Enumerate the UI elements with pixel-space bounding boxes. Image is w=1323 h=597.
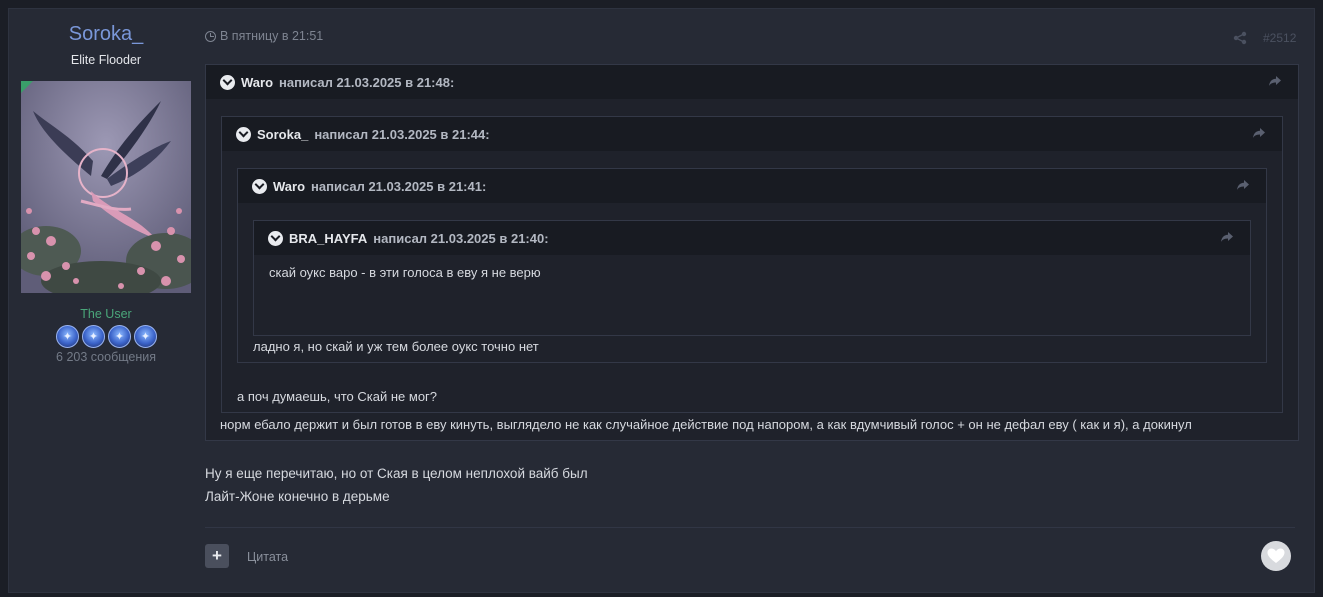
heart-icon [1267,548,1285,563]
quote-header: Waro написал 21.03.2025 в 21:41: [238,169,1266,203]
online-indicator [21,81,33,93]
achievement-badge-icon[interactable]: ✦ [108,325,131,348]
post-date[interactable]: В пятницу в 21:51 [205,29,323,43]
multiquote-button[interactable]: + [205,544,229,568]
quote-text: норм ебало держит и был готов в еву кину… [220,417,1192,432]
quote-header: BRA_HAYFA написал 21.03.2025 в 21:40: [254,221,1250,255]
quote-block: Soroka_ написал 21.03.2025 в 21:44: а по… [221,116,1283,413]
quote-meta: написал 21.03.2025 в 21:44: [314,126,490,142]
reply-arrow-icon[interactable] [1236,179,1250,191]
achievement-badge-icon[interactable]: ✦ [82,325,105,348]
post-date-text: В пятницу в 21:51 [220,29,324,43]
share-icon[interactable] [1233,31,1247,45]
quote-author[interactable]: BRA_HAYFA [289,231,367,246]
quote-text: скай оукс варо - в эти голоса в еву я не… [269,265,541,280]
chevron-down-icon[interactable] [236,126,251,142]
chevron-down-icon[interactable] [252,178,267,194]
quote-header: Waro написал 21.03.2025 в 21:48: [206,65,1298,99]
badge-list: ✦ ✦ ✦ ✦ [56,325,157,348]
quote-author[interactable]: Soroka_ [257,127,308,142]
post-number[interactable]: #2512 [1263,31,1296,45]
quote-button[interactable]: Цитата [247,550,288,564]
reply-arrow-icon[interactable] [1220,231,1234,243]
avatar[interactable] [21,81,191,293]
like-button[interactable] [1261,541,1291,571]
chevron-down-icon[interactable] [268,230,283,246]
reply-arrow-icon[interactable] [1268,75,1282,87]
clock-icon [205,30,216,42]
quote-block: Waro написал 21.03.2025 в 21:48: норм еб… [205,64,1299,441]
quote-meta: написал 21.03.2025 в 21:40: [373,230,549,246]
reply-arrow-icon[interactable] [1252,127,1266,139]
quote-block: BRA_HAYFA написал 21.03.2025 в 21:40: ск… [253,220,1251,336]
quote-author[interactable]: Waro [241,75,273,90]
quote-block: Waro написал 21.03.2025 в 21:41: ладно я… [237,168,1267,363]
forum-post: Soroka_ Elite Flooder The User ✦ ✦ ✦ ✦ 6… [8,8,1315,593]
achievement-badge-icon[interactable]: ✦ [56,325,79,348]
quote-meta: написал 21.03.2025 в 21:48: [279,74,455,90]
post-body-line: Лайт-Жоне конечно в дерьме [205,489,390,504]
message-count: 6 203 сообщения [56,350,156,364]
post-body-line: Ну я еще перечитаю, но от Ская в целом н… [205,466,588,481]
quote-text: а поч думаешь, что Скай не мог? [237,389,438,404]
divider [205,527,1295,528]
quote-header: Soroka_ написал 21.03.2025 в 21:44: [222,117,1282,151]
achievement-badge-icon[interactable]: ✦ [134,325,157,348]
quote-text: ладно я, но скай и уж тем более оукс точ… [253,339,539,354]
user-group: The User [80,307,132,321]
author-name[interactable]: Soroka_ [9,23,203,46]
quote-author[interactable]: Waro [273,179,305,194]
quote-meta: написал 21.03.2025 в 21:41: [311,178,487,194]
chevron-down-icon[interactable] [220,74,235,90]
author-title: Elite Flooder [70,53,142,67]
